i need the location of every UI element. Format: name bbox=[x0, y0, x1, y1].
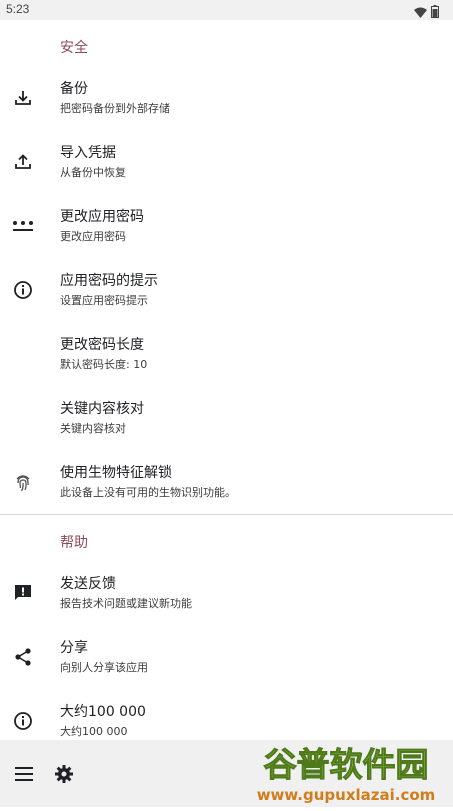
info-icon bbox=[12, 279, 34, 301]
download-icon bbox=[12, 87, 34, 109]
feedback-icon bbox=[12, 582, 34, 604]
setting-send-feedback[interactable]: 发送反馈 报告技术问题或建议新功能 bbox=[0, 565, 453, 621]
fingerprint-icon bbox=[12, 471, 34, 493]
status-bar: 5:23 bbox=[0, 0, 453, 20]
info-icon bbox=[12, 710, 34, 732]
share-icon bbox=[12, 646, 34, 668]
setting-summary: 默认密码长度: 10 bbox=[60, 358, 148, 371]
setting-about[interactable]: 大约100 000 大约100 000 bbox=[0, 693, 453, 740]
setting-summary: 关键内容核对 bbox=[60, 422, 126, 435]
setting-summary: 把密码备份到外部存储 bbox=[60, 102, 170, 115]
setting-title: 大约100 000 bbox=[60, 704, 146, 720]
setting-password-length[interactable]: 更改密码长度 默认密码长度: 10 bbox=[0, 326, 453, 382]
setting-share[interactable]: 分享 向别人分享该应用 bbox=[0, 629, 453, 685]
status-time: 5:23 bbox=[6, 2, 30, 16]
setting-title: 更改应用密码 bbox=[60, 209, 144, 225]
setting-change-app-password[interactable]: 更改应用密码 更改应用密码 bbox=[0, 198, 453, 254]
setting-title: 关键内容核对 bbox=[60, 401, 144, 417]
setting-summary: 更改应用密码 bbox=[60, 230, 126, 243]
setting-title: 导入凭据 bbox=[60, 145, 116, 161]
setting-import-credentials[interactable]: 导入凭据 从备份中恢复 bbox=[0, 134, 453, 190]
setting-title: 更改密码长度 bbox=[60, 337, 144, 353]
setting-title: 分享 bbox=[60, 640, 88, 656]
setting-key-content-check[interactable]: 关键内容核对 关键内容核对 bbox=[0, 390, 453, 446]
setting-summary: 向别人分享该应用 bbox=[60, 661, 148, 674]
password-dots-icon bbox=[12, 215, 34, 237]
setting-summary: 报告技术问题或建议新功能 bbox=[60, 597, 192, 610]
setting-summary: 从备份中恢复 bbox=[60, 166, 126, 179]
setting-password-hint[interactable]: 应用密码的提示 设置应用密码提示 bbox=[0, 262, 453, 318]
setting-biometric-unlock[interactable]: 使用生物特征解锁 此设备上没有可用的生物识别功能。 bbox=[0, 454, 453, 510]
svg-text:www.gupuxlazai.com: www.gupuxlazai.com bbox=[257, 786, 436, 804]
setting-title: 使用生物特征解锁 bbox=[60, 465, 172, 481]
watermark-logo: 谷普软件园 www.gupuxlazai.com bbox=[243, 740, 449, 807]
gear-icon[interactable] bbox=[52, 762, 76, 786]
section-header-help: 帮助 bbox=[60, 535, 88, 551]
setting-summary: 大约100 000 bbox=[60, 725, 128, 738]
setting-title: 发送反馈 bbox=[60, 576, 116, 592]
bottom-app-bar: 谷普软件园 www.gupuxlazai.com bbox=[0, 740, 453, 807]
section-divider bbox=[0, 514, 453, 515]
setting-title: 应用密码的提示 bbox=[60, 273, 158, 289]
section-header-security: 安全 bbox=[60, 40, 88, 56]
menu-icon[interactable] bbox=[12, 762, 36, 786]
setting-title: 备份 bbox=[60, 81, 88, 97]
svg-text:谷普软件园: 谷普软件园 bbox=[264, 745, 429, 784]
settings-list[interactable]: 安全 备份 把密码备份到外部存储 导入凭据 从备份中恢复 更改应用密码 更改应用… bbox=[0, 20, 453, 740]
upload-icon bbox=[12, 151, 34, 173]
setting-backup[interactable]: 备份 把密码备份到外部存储 bbox=[0, 70, 453, 126]
setting-summary: 设置应用密码提示 bbox=[60, 294, 148, 307]
setting-summary: 此设备上没有可用的生物识别功能。 bbox=[60, 486, 236, 499]
